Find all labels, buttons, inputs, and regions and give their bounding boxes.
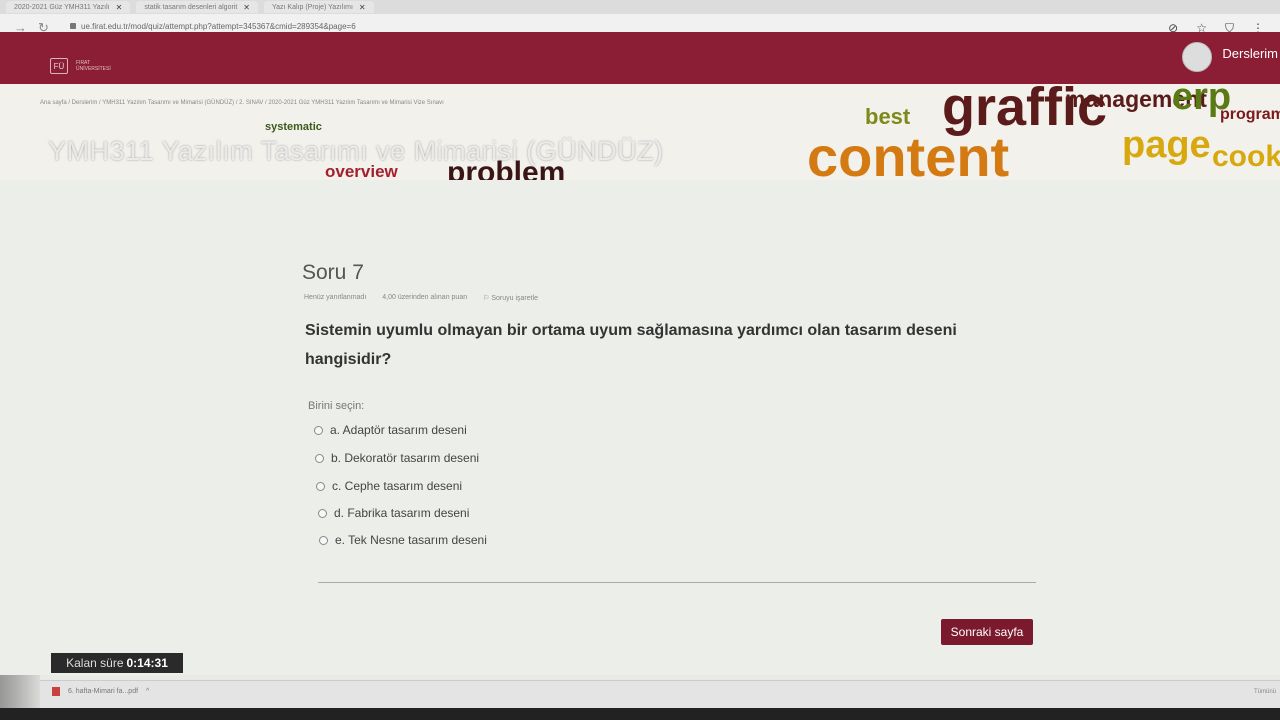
- time-remaining: Kalan süre 0:14:31: [51, 653, 183, 673]
- lock-icon: [70, 23, 76, 29]
- answer-prompt: Birini seçin:: [308, 400, 365, 412]
- banner-word: systematic: [265, 121, 322, 133]
- option-label[interactable]: b. Dekoratör tasarım deseni: [331, 451, 479, 465]
- tab-label: Yazı Kalıp (Proje) Yazılımı: [272, 3, 353, 11]
- divider: [318, 582, 1036, 583]
- timer-label: Kalan süre: [66, 656, 124, 670]
- answer-option-e[interactable]: e. Tek Nesne tasarım deseni: [319, 533, 487, 547]
- flag-label: Soruyu işaretle: [491, 295, 539, 302]
- option-label[interactable]: c. Cephe tasarım deseni: [332, 479, 462, 493]
- close-tab-icon[interactable]: ✕: [243, 3, 250, 12]
- logo-line-2: ÜNİVERSİTESİ: [76, 66, 111, 72]
- question-info: Henüz yanıtlanmadı 4,00 üzerinden alınan…: [304, 294, 538, 302]
- tab-label: 2020-2021 Güz YMH311 Yazılı: [14, 3, 110, 11]
- browser-tab-strip: 2020-2021 Güz YMH311 Yazılı ✕ statik tasa…: [0, 0, 1280, 14]
- tab-label: statik tasarım desenleri algorit: [144, 3, 238, 11]
- chevron-up-icon[interactable]: ^: [146, 688, 149, 695]
- radio-button[interactable]: [315, 453, 324, 463]
- download-filename: 6. hafta-Mimari fa...pdf: [68, 688, 139, 695]
- banner-word: page: [1122, 124, 1211, 166]
- radio-button[interactable]: [316, 481, 325, 491]
- option-label[interactable]: e. Tek Nesne tasarım deseni: [335, 533, 487, 547]
- banner-word: content: [807, 125, 1010, 180]
- radio-button[interactable]: [314, 425, 323, 435]
- flag-question-link[interactable]: ⚐ Soruyu işaretle: [483, 294, 538, 302]
- course-title: YMH311 Yazılım Tasarımı ve Mimarisi (GÜN…: [48, 136, 664, 166]
- close-tab-icon[interactable]: ✕: [116, 3, 123, 12]
- question-status: Henüz yanıtlanmadı: [304, 294, 367, 301]
- question-points: 4,00 üzerinden alınan puan: [382, 294, 468, 301]
- user-avatar[interactable]: [1182, 42, 1212, 72]
- question-text: Sistemin uyumlu olmayan bir ortama uyum …: [305, 322, 957, 368]
- option-label[interactable]: d. Fabrika tasarım deseni: [334, 506, 469, 520]
- browser-tab[interactable]: Yazı Kalıp (Proje) Yazılımı ✕: [264, 1, 374, 13]
- breadcrumb[interactable]: Ana sayfa / Derslerim / YMH311 Yazılım T…: [40, 100, 444, 106]
- answer-option-c[interactable]: c. Cephe tasarım deseni: [316, 479, 462, 493]
- pdf-file-icon: [52, 687, 60, 696]
- my-courses-link[interactable]: Derslerim: [1222, 46, 1278, 61]
- logo-mark-icon: FÜ: [50, 58, 68, 74]
- url-text: ue.firat.edu.tr/mod/quiz/attempt.php?att…: [81, 22, 356, 31]
- quiz-content-area: [0, 180, 1280, 675]
- timer-value: 0:14:31: [126, 656, 168, 670]
- download-bar: 6. hafta-Mimari fa...pdf ^ Tümünü: [40, 680, 1280, 709]
- download-item[interactable]: 6. hafta-Mimari fa...pdf ^: [52, 687, 149, 696]
- question-number: Soru 7: [302, 261, 364, 284]
- radio-button[interactable]: [318, 508, 327, 518]
- next-page-button[interactable]: Sonraki sayfa: [941, 619, 1033, 645]
- answer-option-d[interactable]: d. Fabrika tasarım deseni: [318, 506, 469, 520]
- banner-word: cook: [1212, 140, 1280, 173]
- radio-button[interactable]: [319, 535, 328, 545]
- browser-tab[interactable]: 2020-2021 Güz YMH311 Yazılı ✕: [6, 1, 131, 13]
- address-bar[interactable]: ue.firat.edu.tr/mod/quiz/attempt.php?att…: [70, 22, 356, 31]
- answer-option-b[interactable]: b. Dekoratör tasarım deseni: [315, 451, 479, 465]
- answer-option-a[interactable]: a. Adaptör tasarım deseni: [314, 423, 467, 437]
- os-taskbar: [0, 708, 1280, 720]
- banner-word: programming: [1220, 106, 1280, 123]
- show-all-downloads-button[interactable]: Tümünü: [1254, 689, 1276, 695]
- browser-tab[interactable]: statik tasarım desenleri algorit ✕: [136, 1, 258, 13]
- close-tab-icon[interactable]: ✕: [359, 3, 366, 12]
- university-logo[interactable]: FÜ FIRAT ÜNİVERSİTESİ: [50, 58, 111, 74]
- option-label[interactable]: a. Adaptör tasarım deseni: [330, 423, 467, 437]
